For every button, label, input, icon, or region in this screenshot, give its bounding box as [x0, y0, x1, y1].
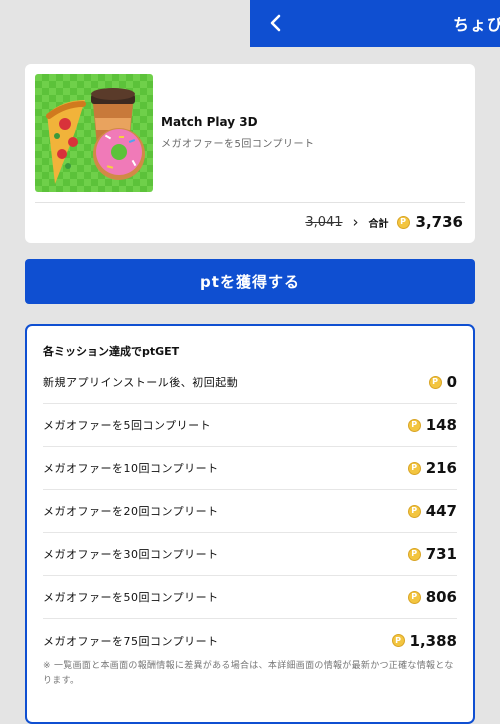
point-coin-icon: P: [407, 418, 421, 432]
total-label: 合計: [368, 218, 389, 230]
back-button[interactable]: [264, 11, 288, 35]
mission-value: 1,388: [409, 631, 457, 650]
mission-points: P 447: [407, 502, 457, 520]
total-points: 3,736: [415, 213, 463, 231]
mission-points: P 216: [407, 459, 457, 477]
mission-row: メガオファーを50回コンプリート P 806: [43, 576, 457, 619]
mission-label: メガオファーを20回コンプリート: [43, 505, 219, 518]
earn-points-button[interactable]: ptを獲得する: [25, 259, 475, 304]
point-coin-icon: P: [407, 590, 421, 604]
mission-points: P 806: [407, 588, 457, 606]
mission-row: メガオファーを30回コンプリート P 731: [43, 533, 457, 576]
mission-value: 806: [425, 588, 457, 606]
mission-label: メガオファーを30回コンプリート: [43, 548, 219, 561]
mission-card: 各ミッション達成でptGET 新規アプリインストール後、初回起動 P 0 メガオ…: [25, 324, 475, 724]
point-coin-icon: P: [407, 461, 421, 475]
food-illustration-icon: [35, 74, 153, 192]
mission-value: 148: [425, 416, 457, 434]
mission-label: メガオファーを75回コンプリート: [43, 634, 219, 648]
mission-points: P 0: [428, 373, 457, 391]
mission-points: P 148: [407, 416, 457, 434]
header-title: ちょびリッチ: [453, 15, 500, 34]
point-coin-icon: P: [391, 634, 405, 647]
point-coin-icon: P: [428, 375, 442, 389]
mission-list: 新規アプリインストール後、初回起動 P 0 メガオファーを5回コンプリート P …: [43, 361, 457, 662]
mission-value: 216: [425, 459, 457, 477]
chevron-right-icon: ›: [352, 213, 359, 231]
divider: [35, 202, 465, 203]
mission-row: メガオファーを75回コンプリート P 1,388: [43, 619, 457, 662]
mission-row: 新規アプリインストール後、初回起動 P 0: [43, 361, 457, 404]
old-points: 3,041: [305, 214, 343, 230]
mission-row: メガオファーを10回コンプリート P 216: [43, 447, 457, 490]
mission-label: メガオファーを10回コンプリート: [43, 462, 219, 475]
app-card: Match Play 3D メガオファーを5回コンプリート 3,041 › 合計…: [25, 64, 475, 243]
price-row: 3,041 › 合計 P 3,736: [305, 210, 463, 234]
mission-label: メガオファーを5回コンプリート: [43, 419, 212, 432]
disclaimer: ※ 一覧画面と本画面の報酬情報に差異がある場合は、本詳細画面の情報が最新かつ正確…: [43, 661, 454, 686]
point-coin-icon: P: [407, 547, 421, 561]
mission-title: 各ミッション達成でptGET: [43, 345, 180, 358]
top-header: ちょびリッチ: [250, 0, 500, 47]
chevron-left-icon: [270, 14, 281, 32]
point-coin-icon: P: [407, 504, 421, 518]
mission-row: メガオファーを20回コンプリート P 447: [43, 490, 457, 533]
app-name: Match Play 3D: [161, 115, 258, 129]
mission-value: 0: [446, 373, 457, 391]
app-subtitle: メガオファーを5回コンプリート: [161, 139, 315, 150]
mission-value: 731: [425, 545, 457, 563]
mission-label: 新規アプリインストール後、初回起動: [43, 376, 239, 389]
app-icon[interactable]: [35, 74, 153, 192]
mission-value: 447: [425, 502, 457, 520]
mission-points: P 731: [407, 545, 457, 563]
mission-points: P 1,388: [391, 631, 457, 650]
mission-label: メガオファーを50回コンプリート: [43, 591, 219, 604]
mission-row: メガオファーを5回コンプリート P 148: [43, 404, 457, 447]
point-coin-icon: P: [396, 215, 410, 229]
